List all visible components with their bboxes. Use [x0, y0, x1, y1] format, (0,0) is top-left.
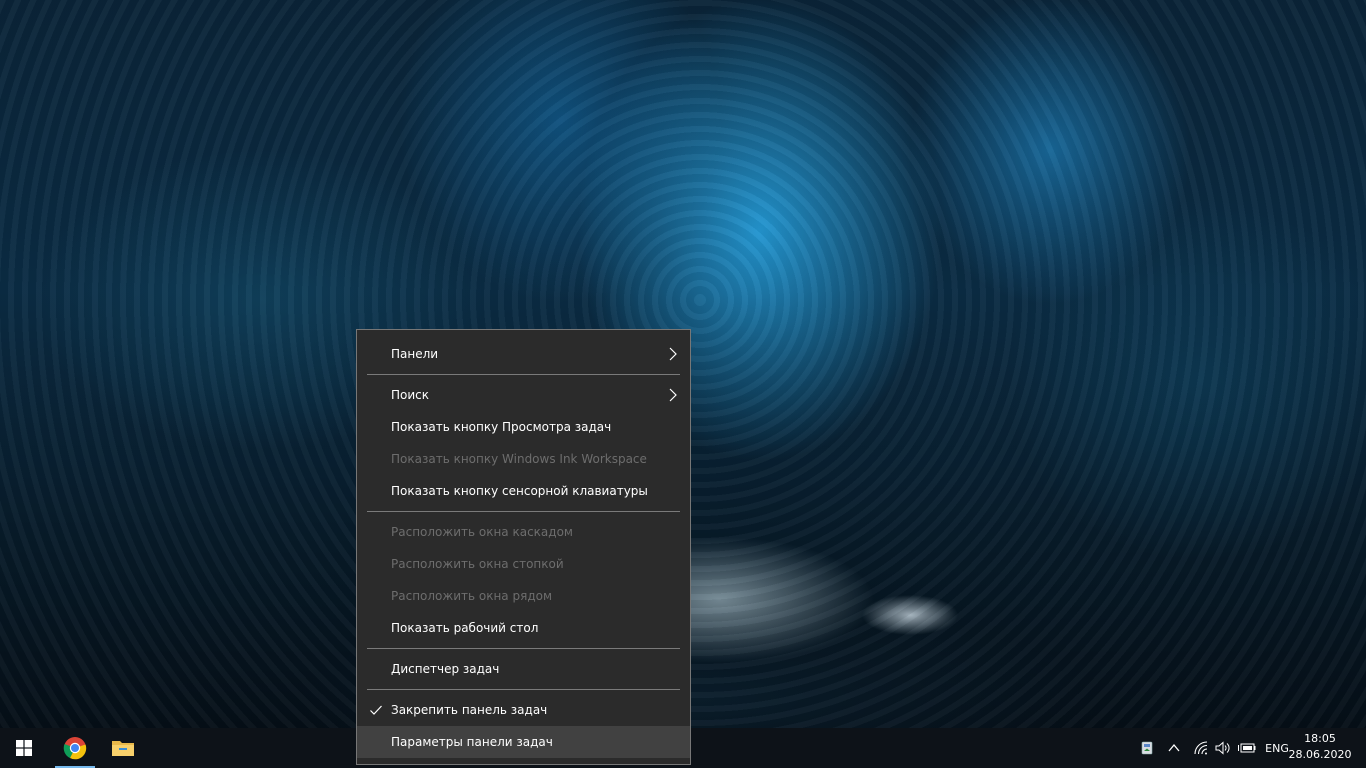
volume-icon: [1215, 741, 1230, 755]
menu-item-label: Панели: [391, 347, 439, 361]
menu-item-panels[interactable]: Панели: [357, 338, 690, 370]
menu-item-label: Параметры панели задач: [391, 735, 553, 749]
menu-item-task-manager[interactable]: Диспетчер задач: [357, 653, 690, 685]
tray-clock[interactable]: 18:05 28.06.2020: [1284, 731, 1356, 763]
menu-item-lock-taskbar[interactable]: Закрепить панель задач: [357, 694, 690, 726]
checkmark-icon: [370, 705, 382, 715]
menu-item-show-ink-workspace-button: Показать кнопку Windows Ink Workspace: [357, 443, 690, 475]
menu-separator: [367, 374, 680, 375]
menu-item-taskbar-settings[interactable]: Параметры панели задач: [357, 726, 690, 758]
taskbar-context-menu: Панели Поиск Показать кнопку Просмотра з…: [356, 329, 691, 765]
menu-item-show-touch-keyboard-button[interactable]: Показать кнопку сенсорной клавиатуры: [357, 475, 690, 507]
menu-item-show-desktop[interactable]: Показать рабочий стол: [357, 612, 690, 644]
taskbar-app-file-explorer[interactable]: [99, 728, 147, 768]
tray-network[interactable]: [1190, 728, 1212, 768]
menu-separator: [367, 689, 680, 690]
chevron-right-icon: [669, 347, 677, 361]
menu-item-label: Закрепить панель задач: [391, 703, 548, 717]
windows-logo-icon: [16, 740, 32, 756]
menu-item-side-by-side-windows: Расположить окна рядом: [357, 580, 690, 612]
menu-item-stack-windows: Расположить окна стопкой: [357, 548, 690, 580]
clock-time: 18:05: [1304, 732, 1336, 745]
menu-item-label: Расположить окна стопкой: [391, 557, 564, 571]
menu-item-label: Поиск: [391, 388, 430, 402]
file-explorer-icon: [112, 741, 134, 756]
menu-item-show-task-view-button[interactable]: Показать кнопку Просмотра задач: [357, 411, 690, 443]
taskbar-app-chrome[interactable]: [51, 728, 99, 768]
clock-date: 28.06.2020: [1288, 748, 1352, 761]
menu-item-label: Показать кнопку Windows Ink Workspace: [391, 452, 647, 466]
tray-show-hidden-icons[interactable]: [1164, 728, 1184, 768]
usb-eject-icon: [1141, 741, 1153, 755]
menu-separator: [367, 511, 680, 512]
menu-item-cascade-windows: Расположить окна каскадом: [357, 516, 690, 548]
menu-item-search[interactable]: Поиск: [357, 379, 690, 411]
menu-separator: [367, 648, 680, 649]
chevron-up-icon: [1168, 743, 1180, 752]
tray-volume[interactable]: [1212, 728, 1234, 768]
menu-item-label: Расположить окна каскадом: [391, 525, 573, 539]
menu-item-label: Показать рабочий стол: [391, 621, 539, 635]
tray-battery[interactable]: [1236, 728, 1258, 768]
battery-icon: [1238, 743, 1256, 753]
tray-usb-eject[interactable]: [1136, 728, 1158, 768]
menu-item-label: Расположить окна рядом: [391, 589, 553, 603]
menu-item-label: Показать кнопку Просмотра задач: [391, 420, 612, 434]
menu-item-label: Показать кнопку сенсорной клавиатуры: [391, 484, 648, 498]
chevron-right-icon: [669, 388, 677, 402]
chrome-icon: [63, 737, 87, 760]
wifi-icon: [1194, 741, 1208, 755]
menu-item-label: Диспетчер задач: [391, 662, 500, 676]
start-button[interactable]: [0, 728, 48, 768]
